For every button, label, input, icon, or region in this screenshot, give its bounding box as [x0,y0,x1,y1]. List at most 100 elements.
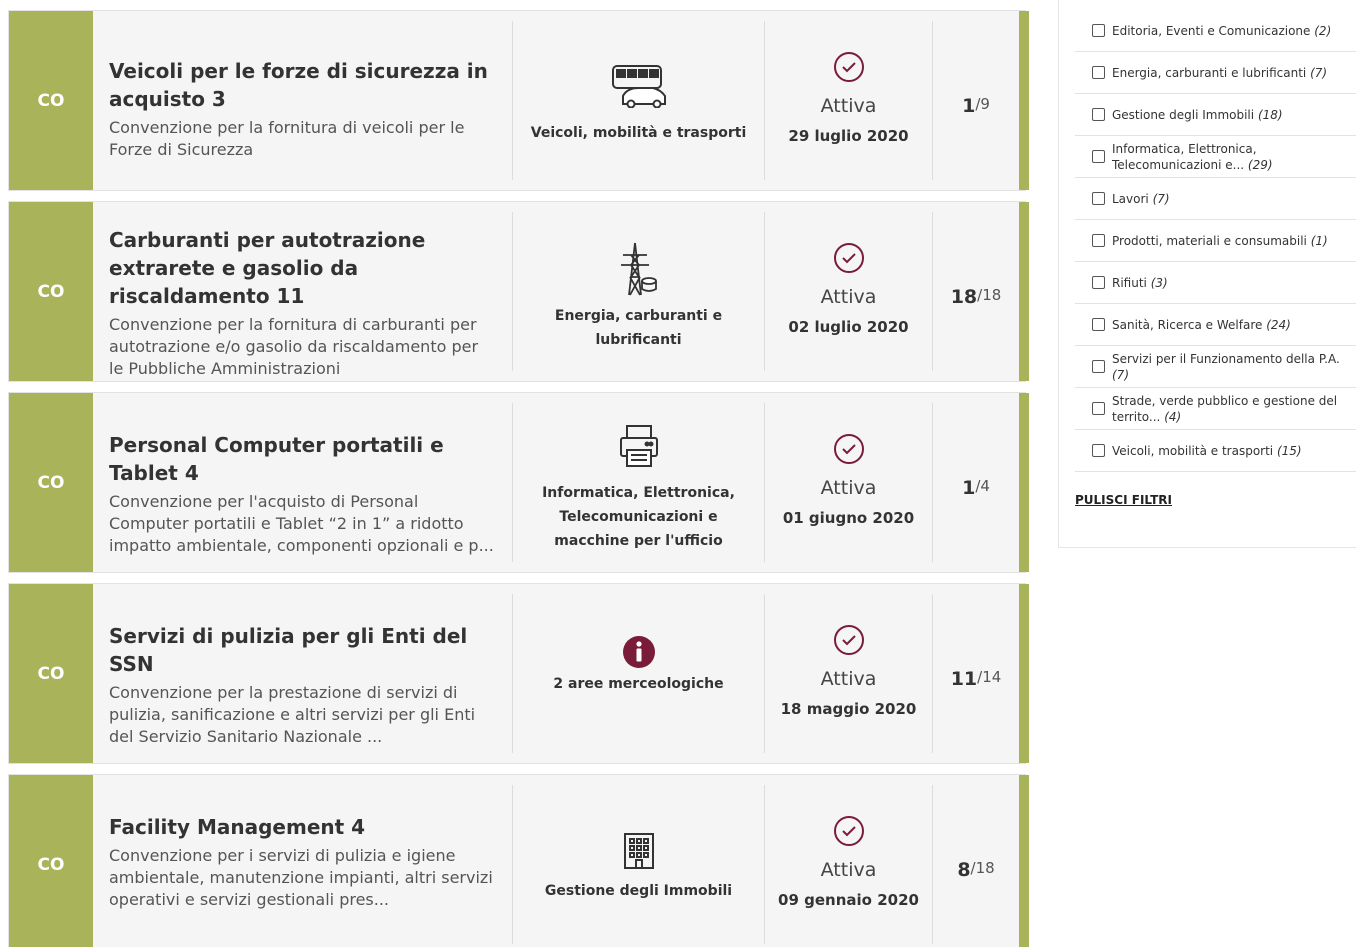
checkbox[interactable] [1092,444,1105,457]
filter-label: Veicoli, mobilità e trasporti [1112,443,1274,458]
filter-item[interactable]: Prodotti, materiali e consumabili (1) [1075,220,1356,262]
count-current: 8 [957,859,971,881]
filter-count: (7) [1152,191,1170,206]
card-description: Convenzione per l'acquisto di Personal C… [109,492,494,555]
category-label: Gestione degli Immobili [544,883,733,899]
category-label: Energia, carburanti e lubrificanti [554,308,723,348]
lot-count: 1/9 [933,21,1019,180]
vehicle-icon [609,59,669,113]
count-current: 11 [950,668,978,690]
count-total: /9 [975,95,990,113]
type-badge: CO [9,11,93,190]
status-date: 18 maggio 2020 [780,700,917,718]
filter-label: Servizi per il Funzionamento della P.A. [1112,351,1340,366]
count-total: /14 [977,668,1002,686]
checkbox[interactable] [1092,24,1105,37]
filter-item[interactable]: Strade, verde pubblico e gestione del te… [1075,388,1356,430]
filter-item[interactable]: Editoria, Eventi e Comunicazione (2) [1075,10,1356,52]
count-current: 18 [950,286,978,308]
checkbox[interactable] [1092,360,1105,373]
filter-count: (2) [1314,23,1332,38]
filter-count: (7) [1112,367,1129,382]
filter-count: (15) [1276,443,1302,458]
filter-label: Informatica, Elettronica, Telecomunicazi… [1112,141,1257,172]
category-label: 2 aree merceologiche [553,676,724,692]
card-title[interactable]: Servizi di pulizia per gli Enti del SSN [109,622,496,678]
check-circle-icon [833,243,864,273]
card-accent-bar [1019,11,1029,190]
category-filter-list: Editoria, Eventi e Comunicazione (2) Ene… [1075,10,1356,472]
filter-label: Prodotti, materiali e consumabili [1112,233,1307,248]
card-accent-bar [1019,584,1029,763]
card-accent-bar [1019,393,1029,572]
filter-label: Energia, carburanti e lubrificanti [1112,65,1307,80]
count-total: /18 [977,286,1002,304]
count-total: /18 [970,859,995,877]
checkbox[interactable] [1092,276,1105,289]
filter-item[interactable]: Energia, carburanti e lubrificanti (7) [1075,52,1356,94]
lot-count: 1/4 [933,403,1019,562]
checkbox[interactable] [1092,150,1105,163]
category-label: Informatica, Elettronica, Telecomunicazi… [542,485,735,549]
checkbox[interactable] [1092,192,1105,205]
filters-panel: Editoria, Eventi e Comunicazione (2) Ene… [1058,0,1356,548]
filter-item[interactable]: Gestione degli Immobili (18) [1075,94,1356,136]
filter-count: (18) [1257,107,1283,122]
checkbox[interactable] [1092,66,1105,79]
printer-icon [609,419,669,473]
checkbox[interactable] [1092,108,1105,121]
filter-label: Sanità, Ricerca e Welfare [1112,317,1263,332]
status-text: Attiva [820,477,877,499]
card-accent-bar [1019,775,1029,947]
filter-count: (24) [1266,317,1291,332]
status-date: 02 luglio 2020 [788,318,909,336]
filter-item[interactable]: Veicoli, mobilità e trasporti (15) [1075,430,1356,472]
filter-item[interactable]: Rifiuti (3) [1075,262,1356,304]
type-badge: CO [9,393,93,572]
check-circle-icon [833,52,864,82]
card-title[interactable]: Veicoli per le forze di sicurezza in acq… [109,57,496,113]
check-circle-icon [833,625,864,655]
status-text: Attiva [820,95,877,117]
checkbox[interactable] [1092,318,1105,331]
filter-item[interactable]: Sanità, Ricerca e Welfare (24) [1075,304,1356,346]
convention-card[interactable]: CO Personal Computer portatili e Tablet … [8,392,1029,573]
filter-item[interactable]: Lavori (7) [1075,178,1356,220]
card-title[interactable]: Facility Management 4 [109,813,496,841]
type-badge: CO [9,775,93,947]
checkbox[interactable] [1092,402,1105,415]
card-description: Convenzione per i servizi di pulizia e i… [109,846,493,909]
card-title[interactable]: Carburanti per autotrazione extrarete e … [109,226,496,310]
filter-count: (3) [1150,275,1168,290]
filter-label: Strade, verde pubblico e gestione del te… [1112,393,1338,424]
card-description: Convenzione per la prestazione di serviz… [109,683,476,746]
count-total: /4 [975,477,990,495]
convention-card[interactable]: CO Veicoli per le forze di sicurezza in … [8,10,1029,191]
lot-count: 18/18 [933,212,1019,371]
type-badge: CO [9,202,93,381]
count-current: 1 [962,95,976,117]
filter-item[interactable]: Servizi per il Funzionamento della P.A. … [1075,346,1356,388]
status-date: 01 giugno 2020 [782,509,915,527]
card-title[interactable]: Personal Computer portatili e Tablet 4 [109,431,496,487]
filter-label: Lavori [1112,191,1149,206]
checkbox[interactable] [1092,234,1105,247]
status-date: 29 luglio 2020 [788,127,909,145]
convention-card[interactable]: CO Carburanti per autotrazione extrarete… [8,201,1029,382]
card-accent-bar [1019,202,1029,381]
convention-card[interactable]: CO Servizi di pulizia per gli Enti del S… [8,583,1029,764]
filter-label: Rifiuti [1112,275,1147,290]
clear-filters-link[interactable]: PULISCI FILTRI [1075,493,1172,507]
filter-count: (1) [1310,233,1328,248]
lot-count: 11/14 [933,594,1019,753]
card-description: Convenzione per la fornitura di carburan… [109,315,479,378]
filter-label: Gestione degli Immobili [1112,107,1255,122]
check-circle-icon [833,816,864,846]
type-badge: CO [9,584,93,763]
info-icon[interactable] [609,634,669,670]
filter-item[interactable]: Informatica, Elettronica, Telecomunicazi… [1075,136,1356,178]
status-date: 09 gennaio 2020 [778,891,919,909]
status-text: Attiva [820,668,877,690]
filter-count: (29) [1247,157,1273,172]
convention-card[interactable]: CO Facility Management 4 Convenzione per… [8,774,1029,947]
